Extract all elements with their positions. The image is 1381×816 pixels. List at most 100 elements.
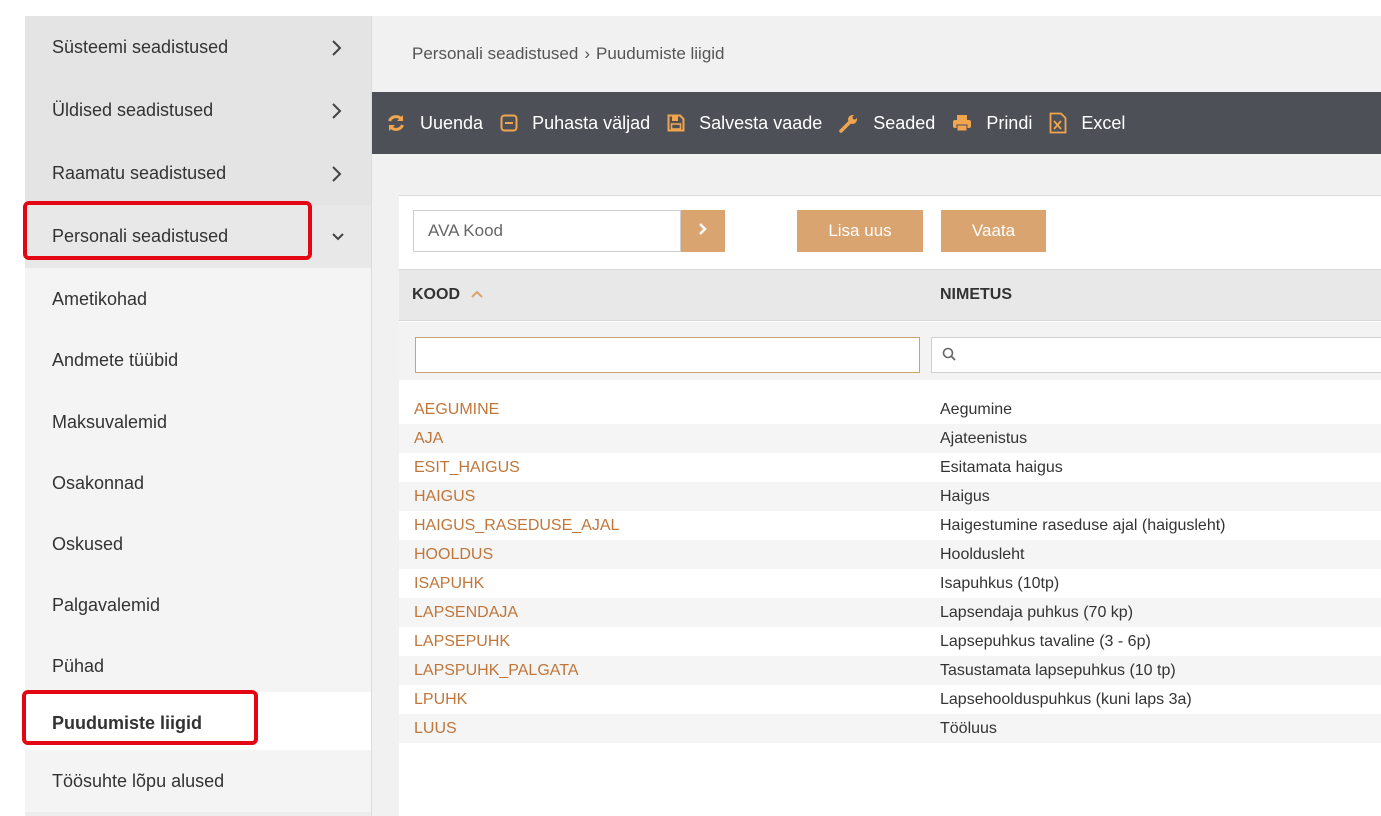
row-code-link[interactable]: AEGUMINE — [414, 401, 499, 419]
row-name: Tasustamata lapsepuhkus (10 tp) — [940, 661, 1176, 679]
table-row[interactable]: ISAPUHK Isapuhkus (10tp) — [399, 569, 1381, 598]
row-code-link[interactable]: LUUS — [414, 720, 457, 738]
chevron-right-icon — [698, 222, 708, 241]
row-name: Tööluus — [940, 719, 997, 737]
table-row[interactable]: HAIGUS_RASEDUSE_AJAL Haigestumine rasedus… — [399, 511, 1381, 540]
row-name: Lapsepuhkus tavaline (3 - 6p) — [940, 632, 1151, 650]
row-name: Hooldusleht — [940, 545, 1025, 563]
save-icon — [667, 114, 685, 132]
refresh-button[interactable]: Uuenda — [386, 113, 483, 134]
excel-button[interactable]: Excel — [1049, 112, 1125, 134]
minus-square-icon — [500, 114, 518, 132]
nav-group-label: Raamatu seadistused — [52, 163, 227, 183]
main-content: Personali seadistused › Puudumiste liigid … — [371, 16, 1381, 816]
submenu-item-andmete-tuubid[interactable]: Andmete tüübid — [25, 329, 371, 391]
print-icon — [952, 114, 972, 132]
row-code-link[interactable]: HOOLDUS — [414, 546, 493, 564]
row-name: Aegumine — [940, 400, 1013, 418]
column-header-label: KOOD — [412, 286, 460, 303]
submenu-item-label: Andmete tüübid — [52, 349, 179, 370]
submenu-item-label: Pühad — [52, 655, 105, 676]
table-row[interactable]: HAIGUS Haigus — [399, 482, 1381, 511]
table-row[interactable]: LPUHK Lapsehoolduspuhkus (kuni laps 3a) — [399, 685, 1381, 714]
row-code-link[interactable]: ISAPUHK — [414, 575, 484, 593]
search-icon — [942, 347, 956, 366]
table-row[interactable]: HOOLDUS Hooldusleht — [399, 540, 1381, 569]
nav-group-general-settings[interactable]: Üldised seadistused — [25, 79, 371, 143]
submenu-item-osakonnad[interactable]: Osakonnad — [25, 452, 371, 514]
open-code-button[interactable] — [681, 210, 725, 252]
row-code-link[interactable]: LAPSEPUHK — [414, 633, 510, 651]
settings-button[interactable]: Seaded — [839, 113, 935, 134]
submenu-item-label: Oskused — [52, 533, 124, 554]
chevron-right-icon — [331, 39, 351, 57]
nav-group-label: Üldised seadistused — [52, 100, 214, 120]
nav-group-system-settings[interactable]: Süsteemi seadistused — [25, 16, 371, 80]
table-row[interactable]: ESIT_HAIGUS Esitamata haigus — [399, 453, 1381, 482]
column-header-kood[interactable]: KOOD — [412, 286, 484, 304]
nav-group-personnel-settings[interactable]: Personali seadistused — [25, 205, 371, 269]
list-panel: Lisa uus Vaata KOOD NIMETUS AEGUMINE Aegu… — [399, 195, 1381, 816]
row-name: Ajateenistus — [940, 429, 1028, 447]
nav-group-ledger-settings[interactable]: Raamatu seadistused — [25, 142, 371, 206]
row-code-link[interactable]: HAIGUS — [414, 488, 475, 506]
submenu-item-oskused[interactable]: Oskused — [25, 513, 371, 575]
row-name: Lapsendaja puhkus (70 kp) — [940, 603, 1134, 621]
breadcrumb-parent[interactable]: Personali seadistused — [412, 44, 578, 63]
chevron-down-icon — [331, 232, 351, 242]
excel-file-icon — [1049, 112, 1067, 134]
table-row[interactable]: AEGUMINE Aegumine — [399, 395, 1381, 424]
nav-group-label: Personali seadistused — [52, 226, 229, 246]
chevron-right-icon — [331, 102, 351, 120]
table-row[interactable]: LAPSEPUHK Lapsepuhkus tavaline (3 - 6p) — [399, 627, 1381, 656]
excel-label: Excel — [1081, 112, 1126, 133]
submenu-item-label: Osakonnad — [52, 472, 145, 493]
column-header-nimetus[interactable]: NIMETUS — [940, 286, 1012, 304]
submenu-item-label: Puudumiste liigid — [52, 712, 203, 733]
table-row[interactable]: LAPSENDAJA Lapsendaja puhkus (70 kp) — [399, 598, 1381, 627]
view-button[interactable]: Vaata — [941, 210, 1046, 252]
add-new-button[interactable]: Lisa uus — [797, 210, 923, 252]
row-name: Haigestumine raseduse ajal (haigusleht) — [940, 516, 1226, 534]
table-header: KOOD NIMETUS — [399, 269, 1381, 321]
table-row[interactable]: LAPSPUHK_PALGATA Tasustamata lapsepuhkus … — [399, 656, 1381, 685]
sidebar: Süsteemi seadistused Üldised seadistused… — [25, 16, 371, 816]
table-row[interactable]: LUUS Tööluus — [399, 714, 1381, 743]
submenu-item-palgavalemid[interactable]: Palgavalemid — [25, 574, 371, 636]
submenu-item-label: Ametikohad — [52, 288, 148, 309]
wrench-icon — [839, 113, 859, 133]
submenu-item-ametikohad[interactable]: Ametikohad — [25, 268, 371, 330]
filter-row — [399, 322, 1381, 380]
submenu-item-toosuhte-lopu-alused[interactable]: Töösuhte lõpu alused — [25, 750, 371, 812]
breadcrumb: Personali seadistused › Puudumiste liigid — [412, 44, 725, 64]
settings-label: Seaded — [873, 112, 936, 133]
breadcrumb-current: Puudumiste liigid — [596, 44, 725, 63]
row-code-link[interactable]: LPUHK — [414, 691, 467, 709]
submenu-item-maksuvalemid[interactable]: Maksuvalemid — [25, 391, 371, 453]
row-code-link[interactable]: LAPSENDAJA — [414, 604, 518, 622]
top-strip — [0, 0, 1381, 16]
save-view-button[interactable]: Salvesta vaade — [667, 113, 822, 134]
toolbar: Uuenda Puhasta väljad Salvesta vaade Sea… — [372, 92, 1381, 154]
chevron-right-icon — [331, 165, 351, 183]
clear-fields-button[interactable]: Puhasta väljad — [500, 113, 650, 134]
kood-filter-input[interactable] — [415, 337, 920, 373]
submenu-item-puudumiste-liigid[interactable]: Puudumiste liigid — [25, 692, 371, 754]
table-row[interactable]: AJA Ajateenistus — [399, 424, 1381, 453]
row-code-link[interactable]: LAPSPUHK_PALGATA — [414, 662, 579, 680]
refresh-icon — [386, 113, 406, 133]
row-code-link[interactable]: ESIT_HAIGUS — [414, 459, 520, 477]
submenu-item-label: Maksuvalemid — [52, 411, 168, 432]
sort-ascending-icon — [466, 286, 484, 303]
submenu-item-puhad[interactable]: Pühad — [25, 635, 371, 697]
row-name: Haigus — [940, 487, 990, 505]
row-name: Isapuhkus (10tp) — [940, 574, 1060, 592]
nav-group-label: Süsteemi seadistused — [52, 37, 229, 57]
print-button[interactable]: Prindi — [952, 113, 1032, 134]
print-label: Prindi — [986, 112, 1033, 133]
column-header-label: NIMETUS — [940, 286, 1012, 303]
row-code-link[interactable]: HAIGUS_RASEDUSE_AJAL — [414, 517, 619, 535]
nimetus-filter-input[interactable] — [931, 337, 1381, 373]
search-input[interactable] — [413, 210, 681, 252]
row-code-link[interactable]: AJA — [414, 430, 443, 448]
